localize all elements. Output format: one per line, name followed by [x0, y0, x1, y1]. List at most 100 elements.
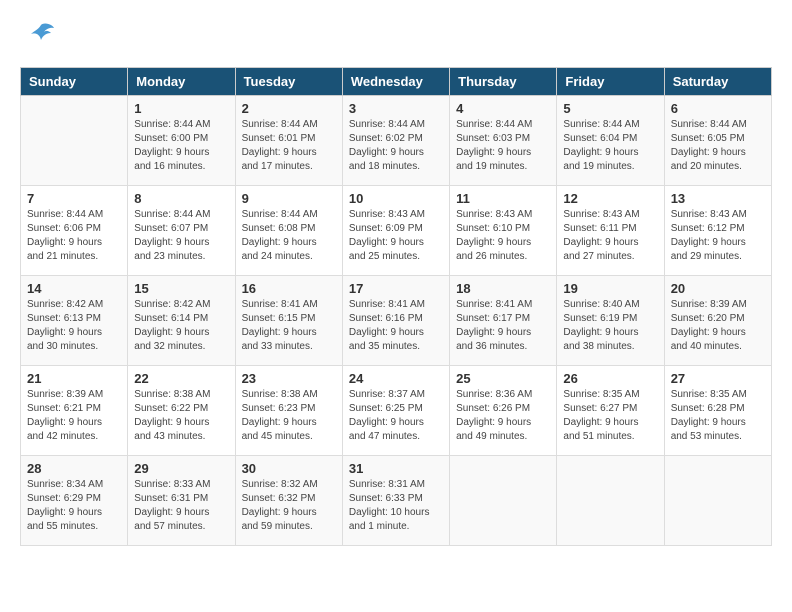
- day-number: 25: [456, 371, 550, 386]
- day-content: Sunrise: 8:32 AM Sunset: 6:32 PM Dayligh…: [242, 478, 336, 534]
- day-number: 18: [456, 281, 550, 296]
- day-number: 7: [27, 191, 121, 206]
- day-number: 23: [242, 371, 336, 386]
- calendar-cell: 18 Sunrise: 8:41 AM Sunset: 6:17 PM Dayli…: [450, 276, 557, 366]
- calendar-cell: 14 Sunrise: 8:42 AM Sunset: 6:13 PM Dayli…: [21, 276, 128, 366]
- column-header-tuesday: Tuesday: [235, 68, 342, 96]
- calendar-cell: 9 Sunrise: 8:44 AM Sunset: 6:08 PM Daylig…: [235, 186, 342, 276]
- day-number: 31: [349, 461, 443, 476]
- day-number: 27: [671, 371, 765, 386]
- day-number: 22: [134, 371, 228, 386]
- week-row-2: 7 Sunrise: 8:44 AM Sunset: 6:06 PM Daylig…: [21, 186, 772, 276]
- day-number: 15: [134, 281, 228, 296]
- day-number: 1: [134, 101, 228, 116]
- day-number: 29: [134, 461, 228, 476]
- calendar-cell: [664, 456, 771, 546]
- day-content: Sunrise: 8:40 AM Sunset: 6:19 PM Dayligh…: [563, 298, 657, 354]
- calendar-cell: 11Sunrise: 8:43 AM Sunset: 6:10 PM Dayli…: [450, 186, 557, 276]
- day-number: 20: [671, 281, 765, 296]
- calendar-cell: 10 Sunrise: 8:43 AM Sunset: 6:09 PM Dayli…: [342, 186, 449, 276]
- day-number: 2: [242, 101, 336, 116]
- day-content: Sunrise: 8:44 AM Sunset: 6:04 PM Dayligh…: [563, 118, 657, 174]
- day-number: 28: [27, 461, 121, 476]
- column-header-friday: Friday: [557, 68, 664, 96]
- day-number: 16: [242, 281, 336, 296]
- calendar-cell: 24 Sunrise: 8:37 AM Sunset: 6:25 PM Dayli…: [342, 366, 449, 456]
- day-number: 14: [27, 281, 121, 296]
- week-row-4: 21 Sunrise: 8:39 AM Sunset: 6:21 PM Dayli…: [21, 366, 772, 456]
- day-number: 19: [563, 281, 657, 296]
- day-number: 24: [349, 371, 443, 386]
- page-header: [20, 20, 772, 57]
- calendar-cell: 23 Sunrise: 8:38 AM Sunset: 6:23 PM Dayli…: [235, 366, 342, 456]
- day-content: Sunrise: 8:37 AM Sunset: 6:25 PM Dayligh…: [349, 388, 443, 444]
- calendar-cell: 6 Sunrise: 8:44 AM Sunset: 6:05 PM Daylig…: [664, 96, 771, 186]
- day-number: 13: [671, 191, 765, 206]
- calendar-cell: 2 Sunrise: 8:44 AM Sunset: 6:01 PM Daylig…: [235, 96, 342, 186]
- calendar-cell: 8 Sunrise: 8:44 AM Sunset: 6:07 PM Daylig…: [128, 186, 235, 276]
- logo-bird-icon: [26, 20, 56, 57]
- day-number: 10: [349, 191, 443, 206]
- header-row: SundayMondayTuesdayWednesdayThursdayFrid…: [21, 68, 772, 96]
- day-number: 9: [242, 191, 336, 206]
- day-content: Sunrise: 8:43 AM Sunset: 6:09 PM Dayligh…: [349, 208, 443, 264]
- calendar-cell: 7 Sunrise: 8:44 AM Sunset: 6:06 PM Daylig…: [21, 186, 128, 276]
- day-content: Sunrise: 8:43 AM Sunset: 6:11 PM Dayligh…: [563, 208, 657, 264]
- calendar-cell: [557, 456, 664, 546]
- day-content: Sunrise: 8:44 AM Sunset: 6:07 PM Dayligh…: [134, 208, 228, 264]
- day-content: Sunrise: 8:41 AM Sunset: 6:15 PM Dayligh…: [242, 298, 336, 354]
- day-content: Sunrise: 8:35 AM Sunset: 6:28 PM Dayligh…: [671, 388, 765, 444]
- day-content: Sunrise: 8:41 AM Sunset: 6:17 PM Dayligh…: [456, 298, 550, 354]
- day-number: 6: [671, 101, 765, 116]
- day-content: Sunrise: 8:35 AM Sunset: 6:27 PM Dayligh…: [563, 388, 657, 444]
- day-content: Sunrise: 8:44 AM Sunset: 6:02 PM Dayligh…: [349, 118, 443, 174]
- day-content: Sunrise: 8:43 AM Sunset: 6:12 PM Dayligh…: [671, 208, 765, 264]
- day-content: Sunrise: 8:39 AM Sunset: 6:21 PM Dayligh…: [27, 388, 121, 444]
- calendar-cell: 19 Sunrise: 8:40 AM Sunset: 6:19 PM Dayli…: [557, 276, 664, 366]
- day-content: Sunrise: 8:33 AM Sunset: 6:31 PM Dayligh…: [134, 478, 228, 534]
- column-header-wednesday: Wednesday: [342, 68, 449, 96]
- day-content: Sunrise: 8:38 AM Sunset: 6:22 PM Dayligh…: [134, 388, 228, 444]
- calendar-cell: 29 Sunrise: 8:33 AM Sunset: 6:31 PM Dayli…: [128, 456, 235, 546]
- logo: [20, 20, 56, 57]
- day-content: Sunrise: 8:36 AM Sunset: 6:26 PM Dayligh…: [456, 388, 550, 444]
- day-content: Sunrise: 8:31 AM Sunset: 6:33 PM Dayligh…: [349, 478, 443, 534]
- calendar-cell: 30Sunrise: 8:32 AM Sunset: 6:32 PM Dayli…: [235, 456, 342, 546]
- calendar-cell: 15 Sunrise: 8:42 AM Sunset: 6:14 PM Dayli…: [128, 276, 235, 366]
- column-header-saturday: Saturday: [664, 68, 771, 96]
- week-row-5: 28 Sunrise: 8:34 AM Sunset: 6:29 PM Dayli…: [21, 456, 772, 546]
- calendar-table: SundayMondayTuesdayWednesdayThursdayFrid…: [20, 67, 772, 546]
- calendar-cell: [21, 96, 128, 186]
- column-header-monday: Monday: [128, 68, 235, 96]
- calendar-cell: 26Sunrise: 8:35 AM Sunset: 6:27 PM Dayli…: [557, 366, 664, 456]
- calendar-cell: 5 Sunrise: 8:44 AM Sunset: 6:04 PM Daylig…: [557, 96, 664, 186]
- calendar-cell: 22 Sunrise: 8:38 AM Sunset: 6:22 PM Dayli…: [128, 366, 235, 456]
- day-content: Sunrise: 8:44 AM Sunset: 6:06 PM Dayligh…: [27, 208, 121, 264]
- day-content: Sunrise: 8:44 AM Sunset: 6:08 PM Dayligh…: [242, 208, 336, 264]
- day-number: 21: [27, 371, 121, 386]
- calendar-cell: 25 Sunrise: 8:36 AM Sunset: 6:26 PM Dayli…: [450, 366, 557, 456]
- calendar-cell: 17Sunrise: 8:41 AM Sunset: 6:16 PM Dayli…: [342, 276, 449, 366]
- day-content: Sunrise: 8:38 AM Sunset: 6:23 PM Dayligh…: [242, 388, 336, 444]
- calendar-cell: 31 Sunrise: 8:31 AM Sunset: 6:33 PM Dayli…: [342, 456, 449, 546]
- day-content: Sunrise: 8:34 AM Sunset: 6:29 PM Dayligh…: [27, 478, 121, 534]
- column-header-sunday: Sunday: [21, 68, 128, 96]
- day-content: Sunrise: 8:44 AM Sunset: 6:00 PM Dayligh…: [134, 118, 228, 174]
- day-content: Sunrise: 8:41 AM Sunset: 6:16 PM Dayligh…: [349, 298, 443, 354]
- day-content: Sunrise: 8:39 AM Sunset: 6:20 PM Dayligh…: [671, 298, 765, 354]
- day-number: 4: [456, 101, 550, 116]
- day-content: Sunrise: 8:44 AM Sunset: 6:05 PM Dayligh…: [671, 118, 765, 174]
- calendar-cell: 21 Sunrise: 8:39 AM Sunset: 6:21 PM Dayli…: [21, 366, 128, 456]
- day-number: 11: [456, 191, 550, 206]
- day-number: 5: [563, 101, 657, 116]
- calendar-cell: 3Sunrise: 8:44 AM Sunset: 6:02 PM Daylig…: [342, 96, 449, 186]
- calendar-cell: 1 Sunrise: 8:44 AM Sunset: 6:00 PM Daylig…: [128, 96, 235, 186]
- calendar-cell: 16 Sunrise: 8:41 AM Sunset: 6:15 PM Dayli…: [235, 276, 342, 366]
- day-content: Sunrise: 8:44 AM Sunset: 6:03 PM Dayligh…: [456, 118, 550, 174]
- calendar-cell: 27 Sunrise: 8:35 AM Sunset: 6:28 PM Dayli…: [664, 366, 771, 456]
- calendar-cell: 12Sunrise: 8:43 AM Sunset: 6:11 PM Dayli…: [557, 186, 664, 276]
- day-content: Sunrise: 8:42 AM Sunset: 6:14 PM Dayligh…: [134, 298, 228, 354]
- day-content: Sunrise: 8:42 AM Sunset: 6:13 PM Dayligh…: [27, 298, 121, 354]
- day-number: 8: [134, 191, 228, 206]
- day-content: Sunrise: 8:44 AM Sunset: 6:01 PM Dayligh…: [242, 118, 336, 174]
